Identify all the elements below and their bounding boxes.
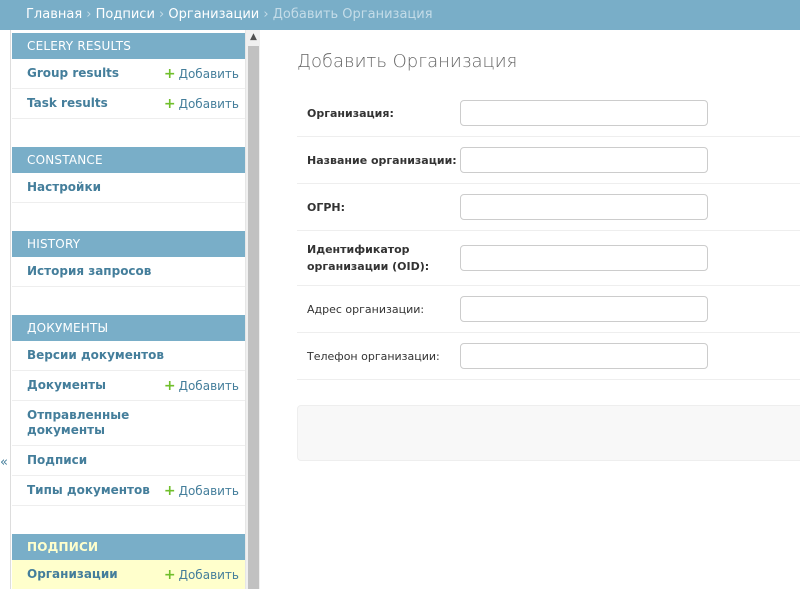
sidebar-model-link[interactable]: История запросов — [27, 264, 151, 279]
plus-icon: + — [163, 377, 176, 394]
form-row-organization_name: Название организации: — [297, 137, 800, 184]
breadcrumb-separator: › — [86, 7, 92, 22]
sidebar-model-link[interactable]: Настройки — [27, 180, 101, 195]
sidebar-add-button[interactable]: + Добавить — [164, 567, 239, 583]
sidebar-item: Group results + Добавить — [12, 59, 246, 89]
scroll-up-arrow-icon[interactable]: ▲ — [248, 32, 259, 43]
oid-input[interactable] — [460, 245, 708, 271]
breadcrumb-home-link[interactable]: Главная — [26, 7, 82, 22]
add-label: Добавить — [178, 378, 239, 393]
organization-label: Организация: — [307, 106, 394, 120]
sidebar-module-caption[interactable]: CONSTANCE — [12, 147, 246, 173]
sidebar-scrollbar[interactable]: ▲ — [245, 30, 260, 589]
sidebar-item: Подписи — [12, 446, 246, 476]
sidebar-module-caption[interactable]: HISTORY — [12, 231, 246, 257]
sidebar-add-button[interactable]: + Добавить — [164, 378, 239, 394]
scrollbar-thumb[interactable] — [248, 46, 259, 589]
plus-icon: + — [163, 566, 176, 583]
sidebar-model-link[interactable]: Типы документов — [27, 483, 150, 498]
form-row-phone: Телефон организации: — [297, 333, 800, 380]
sidebar-module-caption[interactable]: ПОДПИСИ — [12, 534, 246, 560]
address-label: Адрес организации: — [307, 302, 425, 316]
sidebar-module-caption[interactable]: CELERY RESULTS — [12, 33, 246, 59]
sidebar-collapse-icon[interactable]: « — [0, 455, 8, 471]
form-row-ogrn: ОГРН: — [297, 184, 800, 231]
sidebar-module: CELERY RESULTS Group results + Добавить Task… — [12, 33, 246, 119]
sidebar-item: Настройки — [12, 173, 246, 203]
sidebar-model-link[interactable]: Task results — [27, 96, 108, 111]
phone-input[interactable] — [460, 343, 708, 369]
sidebar-frame: CELERY RESULTS Group results + Добавить Task… — [10, 30, 260, 589]
breadcrumb-app-link[interactable]: Подписи — [96, 7, 155, 22]
add-label: Добавить — [178, 96, 239, 111]
breadcrumb: Главная › Подписи › Организации › Добави… — [0, 0, 800, 30]
plus-icon: + — [163, 95, 176, 112]
sidebar-add-button[interactable]: + Добавить — [164, 96, 239, 112]
sidebar-module: HISTORY История запросов — [12, 231, 246, 287]
page-title: Добавить Организация — [297, 51, 518, 72]
sidebar-item: Task results + Добавить — [12, 89, 246, 119]
sidebar-item: Организации + Добавить — [12, 560, 246, 589]
organization_name-label: Название организации: — [307, 153, 457, 167]
form-row-organization: Организация: — [297, 90, 800, 137]
plus-icon: + — [163, 65, 176, 82]
sidebar-item: Отправленные документы — [12, 401, 246, 446]
form-row-address: Адрес организации: — [297, 286, 800, 333]
sidebar-item: Документы + Добавить — [12, 371, 246, 401]
sidebar-add-button[interactable]: + Добавить — [164, 66, 239, 82]
sidebar-add-button[interactable]: + Добавить — [164, 483, 239, 499]
breadcrumb-separator: › — [159, 7, 165, 22]
add-form: Организация: Название организации: ОГРН: Ид… — [297, 90, 800, 380]
plus-icon: + — [163, 482, 176, 499]
sidebar-model-link[interactable]: Версии документов — [27, 348, 164, 363]
ogrn-label: ОГРН: — [307, 200, 346, 214]
sidebar-model-link[interactable]: Документы — [27, 378, 106, 393]
sidebar-module: CONSTANCE Настройки — [12, 147, 246, 203]
form-row-oid: Идентификатор организации (OID): — [297, 231, 800, 286]
sidebar-module: ДОКУМЕНТЫ Версии документов Документы + Доба… — [12, 315, 246, 506]
sidebar-model-link[interactable]: Подписи — [27, 453, 87, 468]
oid-label: Идентификатор организации (OID): — [307, 243, 430, 273]
add-label: Добавить — [178, 66, 239, 81]
sidebar-module: ПОДПИСИ Организации + Добавить — [12, 534, 246, 589]
add-label: Добавить — [178, 483, 239, 498]
organization-input[interactable] — [460, 100, 708, 126]
sidebar-model-link[interactable]: Отправленные документы — [27, 408, 137, 438]
sidebar-model-link[interactable]: Организации — [27, 567, 118, 582]
phone-label: Телефон организации: — [307, 349, 440, 363]
submit-row — [297, 405, 800, 461]
sidebar-item: Типы документов + Добавить — [12, 476, 246, 506]
sidebar-model-link[interactable]: Group results — [27, 66, 119, 81]
ogrn-input[interactable] — [460, 194, 708, 220]
breadcrumb-model-link[interactable]: Организации — [168, 7, 259, 22]
breadcrumb-current: Добавить Организация — [272, 7, 433, 22]
organization_name-input[interactable] — [460, 147, 708, 173]
breadcrumb-separator: › — [263, 7, 269, 22]
add-label: Добавить — [178, 567, 239, 582]
sidebar-item: Версии документов — [12, 341, 246, 371]
sidebar-module-caption[interactable]: ДОКУМЕНТЫ — [12, 315, 246, 341]
sidebar-nav: CELERY RESULTS Group results + Добавить Task… — [12, 33, 246, 589]
main-content: Добавить Организация Организация: Названи… — [297, 30, 800, 461]
address-input[interactable] — [460, 296, 708, 322]
sidebar-item: История запросов — [12, 257, 246, 287]
